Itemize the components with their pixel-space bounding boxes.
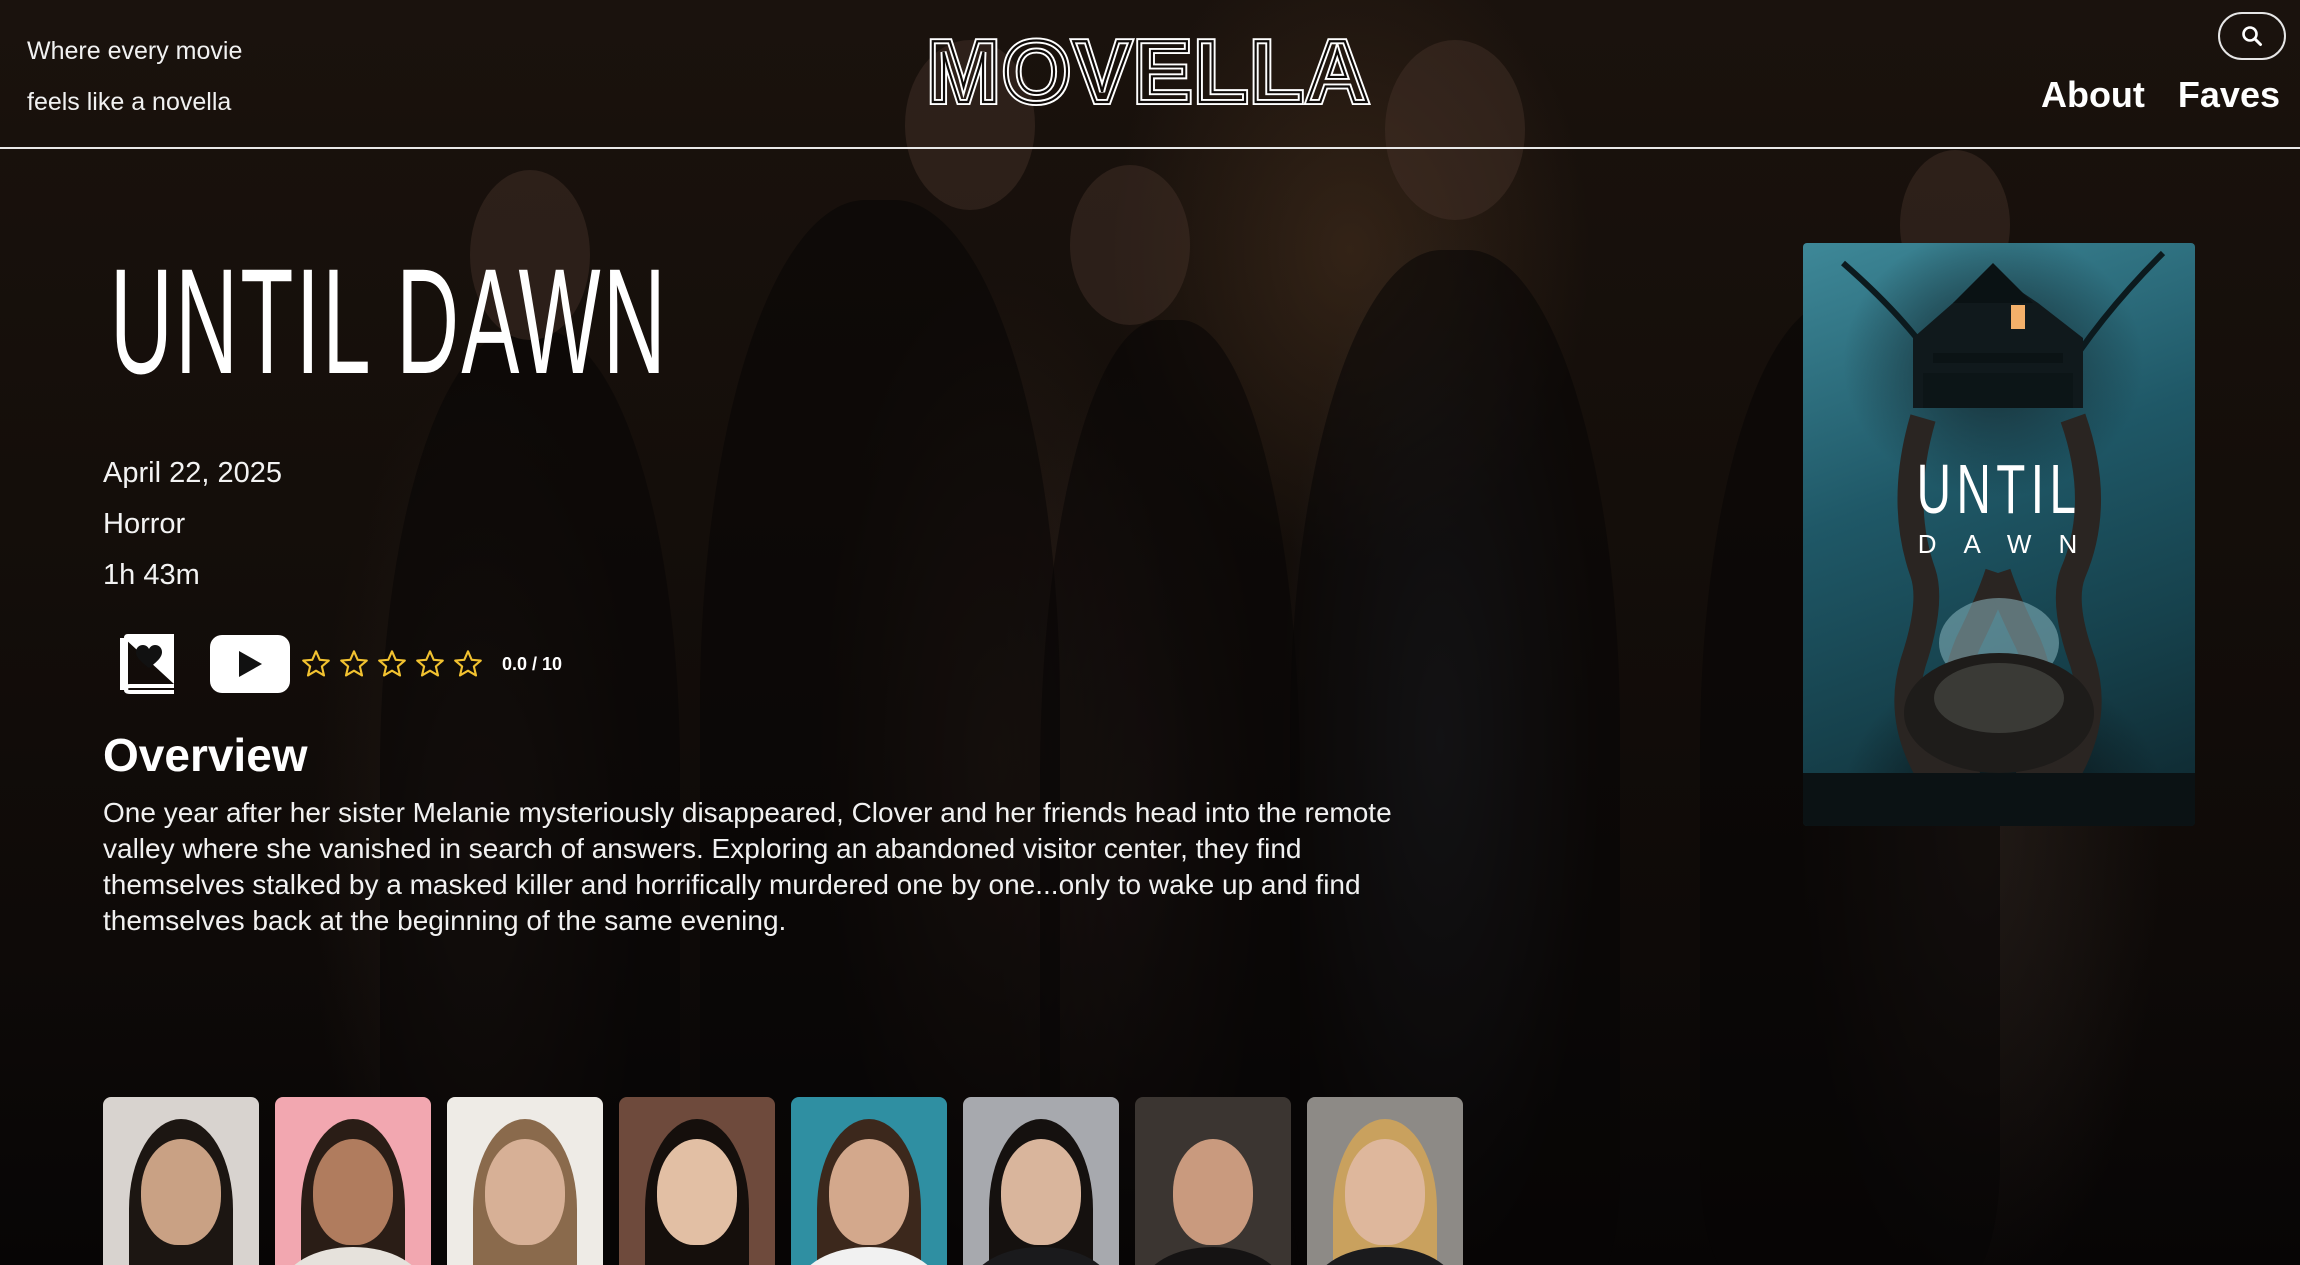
star-2-icon[interactable]	[338, 648, 370, 680]
star-rating	[300, 648, 484, 680]
main-nav: About Faves	[2041, 74, 2280, 116]
cast-photo	[141, 1139, 221, 1245]
cast-card[interactable]	[1307, 1097, 1463, 1265]
overview-text: One year after her sister Melanie myster…	[103, 797, 1392, 936]
search-icon	[2242, 26, 2262, 46]
site-logo[interactable]: MOVELLA MOVELLA	[918, 30, 1380, 110]
runtime: 1h 43m	[103, 559, 200, 591]
movie-title: UNTIL DAWN	[110, 237, 669, 405]
nav-about-link[interactable]: About	[2041, 74, 2145, 116]
cast-photo	[485, 1139, 565, 1245]
search-button[interactable]	[2218, 12, 2286, 60]
cast-card[interactable]	[275, 1097, 431, 1265]
tagline-line-2: feels like a novella	[27, 88, 232, 116]
movie-actions: 0.0 / 10	[118, 632, 562, 696]
movie-detail-page: Where every movie feels like a novella M…	[0, 0, 2300, 1265]
site-header: Where every movie feels like a novella M…	[0, 0, 2300, 149]
cast-photo	[1173, 1139, 1253, 1245]
cast-photo	[829, 1139, 909, 1245]
svg-text:MOVELLA: MOVELLA	[927, 30, 1371, 110]
movie-poster: UNTIL DAWN	[1803, 243, 2195, 826]
star-5-icon[interactable]	[452, 648, 484, 680]
play-trailer-button[interactable]	[210, 635, 290, 693]
cast-card[interactable]	[791, 1097, 947, 1265]
release-date: April 22, 2025	[103, 457, 282, 489]
tagline: Where every movie feels like a novella	[27, 26, 287, 128]
cast-photo	[1001, 1139, 1081, 1245]
nav-faves-link[interactable]: Faves	[2178, 74, 2280, 116]
play-icon	[239, 651, 262, 677]
star-4-icon[interactable]	[414, 648, 446, 680]
poster-subtitle: DAWN	[1917, 529, 2105, 559]
genre: Horror	[103, 508, 186, 540]
overview-heading: Overview	[103, 729, 308, 781]
cast-list	[103, 1097, 1463, 1265]
cast-card[interactable]	[103, 1097, 259, 1265]
rating-value: 0.0 / 10	[502, 653, 563, 674]
movie-meta: April 22, 2025 Horror 1h 43m	[103, 448, 282, 601]
poster-title: UNTIL	[1916, 450, 2082, 528]
cast-photo	[313, 1139, 393, 1245]
bookmark-heart-icon	[120, 634, 174, 694]
cast-card[interactable]	[447, 1097, 603, 1265]
cast-photo	[657, 1139, 737, 1245]
star-1-icon[interactable]	[300, 648, 332, 680]
cast-card[interactable]	[963, 1097, 1119, 1265]
add-to-faves-button[interactable]	[118, 632, 180, 696]
cast-photo	[1345, 1139, 1425, 1245]
cast-card[interactable]	[619, 1097, 775, 1265]
tagline-line-1: Where every movie	[27, 37, 243, 65]
star-3-icon[interactable]	[376, 648, 408, 680]
cast-card[interactable]	[1135, 1097, 1291, 1265]
